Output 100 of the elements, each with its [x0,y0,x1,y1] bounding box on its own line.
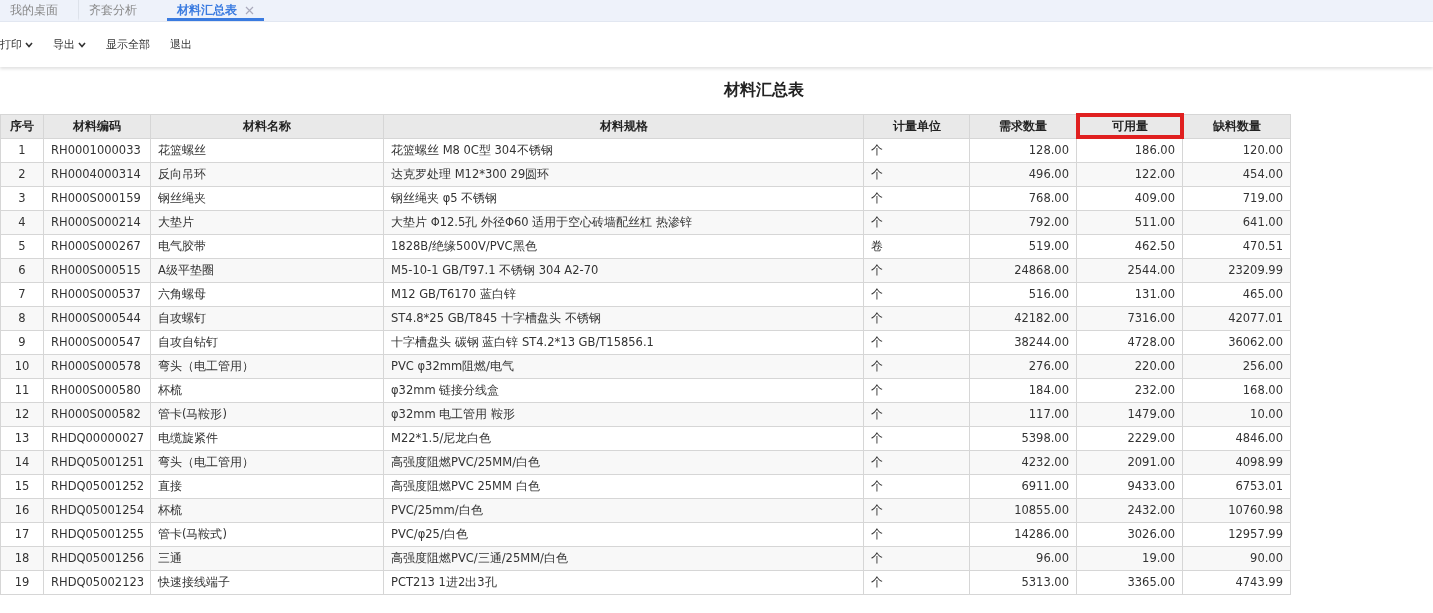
table-cell: 个 [863,330,970,354]
table-cell: 184.00 [969,378,1077,402]
table-cell: 42077.01 [1182,306,1291,330]
table-cell: M22*1.5/尼龙白色 [383,426,864,450]
table-cell: 快速接线端子 [150,570,384,594]
table-cell: 钢丝绳夹 [150,186,384,210]
column-header: 缺料数量 [1182,114,1291,138]
table-cell: 496.00 [969,162,1077,186]
toolbar-button[interactable]: 退出 [170,37,192,52]
table-cell: 117.00 [969,402,1077,426]
table-cell: RH000S000582 [43,402,151,426]
column-header: 计量单位 [863,114,970,138]
table-cell: 17 [0,522,44,546]
table-cell: M5-10-1 GB/T97.1 不锈钢 304 A2-70 [383,258,864,282]
table-cell: 2544.00 [1076,258,1183,282]
table-cell: 个 [863,210,970,234]
table-cell: RHDQ05001255 [43,522,151,546]
table-cell: 个 [863,522,970,546]
table-cell: 42182.00 [969,306,1077,330]
table-cell: PVC/25mm/白色 [383,498,864,522]
table-cell: 4743.99 [1182,570,1291,594]
table-cell: 120.00 [1182,138,1291,162]
table-cell: 516.00 [969,282,1077,306]
table-cell: RHDQ05001252 [43,474,151,498]
table-cell: 4728.00 [1076,330,1183,354]
toolbar-button[interactable]: 显示全部 [106,37,150,52]
table-cell: RH000S000537 [43,282,151,306]
table-cell: 个 [863,570,970,594]
table-cell: 9433.00 [1076,474,1183,498]
table-cell: 10855.00 [969,498,1077,522]
table-cell: 个 [863,162,970,186]
table-cell: 大垫片 Φ12.5孔 外径Φ60 适用于空心砖墙配丝杠 热渗锌 [383,210,864,234]
table-cell: 641.00 [1182,210,1291,234]
table-cell: 276.00 [969,354,1077,378]
table-cell: RHDQ05002123 [43,570,151,594]
column-header: 需求数量 [969,114,1077,138]
table-cell: 36062.00 [1182,330,1291,354]
table-cell: PCT213 1进2出3孔 [383,570,864,594]
table-cell: 个 [863,474,970,498]
table-cell: 个 [863,498,970,522]
table-cell: 管卡(马鞍形) [150,402,384,426]
table-cell: 卷 [863,234,970,258]
table-cell: φ32mm 电工管用 鞍形 [383,402,864,426]
table-cell: RH000S000547 [43,330,151,354]
table-cell: 38244.00 [969,330,1077,354]
table-cell: 6753.01 [1182,474,1291,498]
table-cell: M12 GB/T6170 蓝白锌 [383,282,864,306]
table-cell: 个 [863,186,970,210]
table-cell: 1 [0,138,44,162]
table-cell: 13 [0,426,44,450]
table-cell: 232.00 [1076,378,1183,402]
table-cell: 2091.00 [1076,450,1183,474]
table-cell: 8 [0,306,44,330]
table-cell: 4846.00 [1182,426,1291,450]
table-cell: RHDQ05001254 [43,498,151,522]
tab[interactable]: 材料汇总表 [167,0,264,21]
table-cell: 15 [0,474,44,498]
table-cell: 十字槽盘头 碳钢 蓝白锌 ST4.2*13 GB/T15856.1 [383,330,864,354]
table-cell: RH000S000267 [43,234,151,258]
table-cell: 大垫片 [150,210,384,234]
table-cell: 256.00 [1182,354,1291,378]
table-cell: 16 [0,498,44,522]
table-cell: 5398.00 [969,426,1077,450]
table-cell: 131.00 [1076,282,1183,306]
close-icon[interactable] [245,6,254,15]
table-cell: 个 [863,450,970,474]
table-cell: 个 [863,378,970,402]
table-cell: 6 [0,258,44,282]
table-cell: 19 [0,570,44,594]
table-cell: 3365.00 [1076,570,1183,594]
table-cell: 弯头（电工管用） [150,450,384,474]
table-cell: 个 [863,354,970,378]
table-cell: PVC/φ25/白色 [383,522,864,546]
table-cell: 409.00 [1076,186,1183,210]
table-cell: 个 [863,546,970,570]
table-cell: 4232.00 [969,450,1077,474]
column-header: 可用量 [1076,114,1183,138]
column-header: 材料名称 [150,114,384,138]
table-cell: 462.50 [1076,234,1183,258]
toolbar-button[interactable]: 打印 [0,37,33,52]
table-cell: 杯梳 [150,498,384,522]
table-cell: 达克罗处理 M12*300 29圆环 [383,162,864,186]
table-cell: 519.00 [969,234,1077,258]
table-cell: 弯头（电工管用） [150,354,384,378]
table-cell: RHDQ05001256 [43,546,151,570]
table-cell: 高强度阻燃PVC/25MM/白色 [383,450,864,474]
table-cell: 454.00 [1182,162,1291,186]
table-cell: 1828B/绝缘500V/PVC黑色 [383,234,864,258]
table-cell: A级平垫圈 [150,258,384,282]
table-cell: 高强度阻燃PVC 25MM 白色 [383,474,864,498]
table-cell: RHDQ05001251 [43,450,151,474]
table-cell: 反向吊环 [150,162,384,186]
table-cell: 4 [0,210,44,234]
table-cell: 10.00 [1182,402,1291,426]
toolbar-button[interactable]: 导出 [53,37,86,52]
table-cell: 个 [863,426,970,450]
table-cell: 7 [0,282,44,306]
table-cell: 96.00 [969,546,1077,570]
table-cell: 11 [0,378,44,402]
table-cell: RH000S000580 [43,378,151,402]
